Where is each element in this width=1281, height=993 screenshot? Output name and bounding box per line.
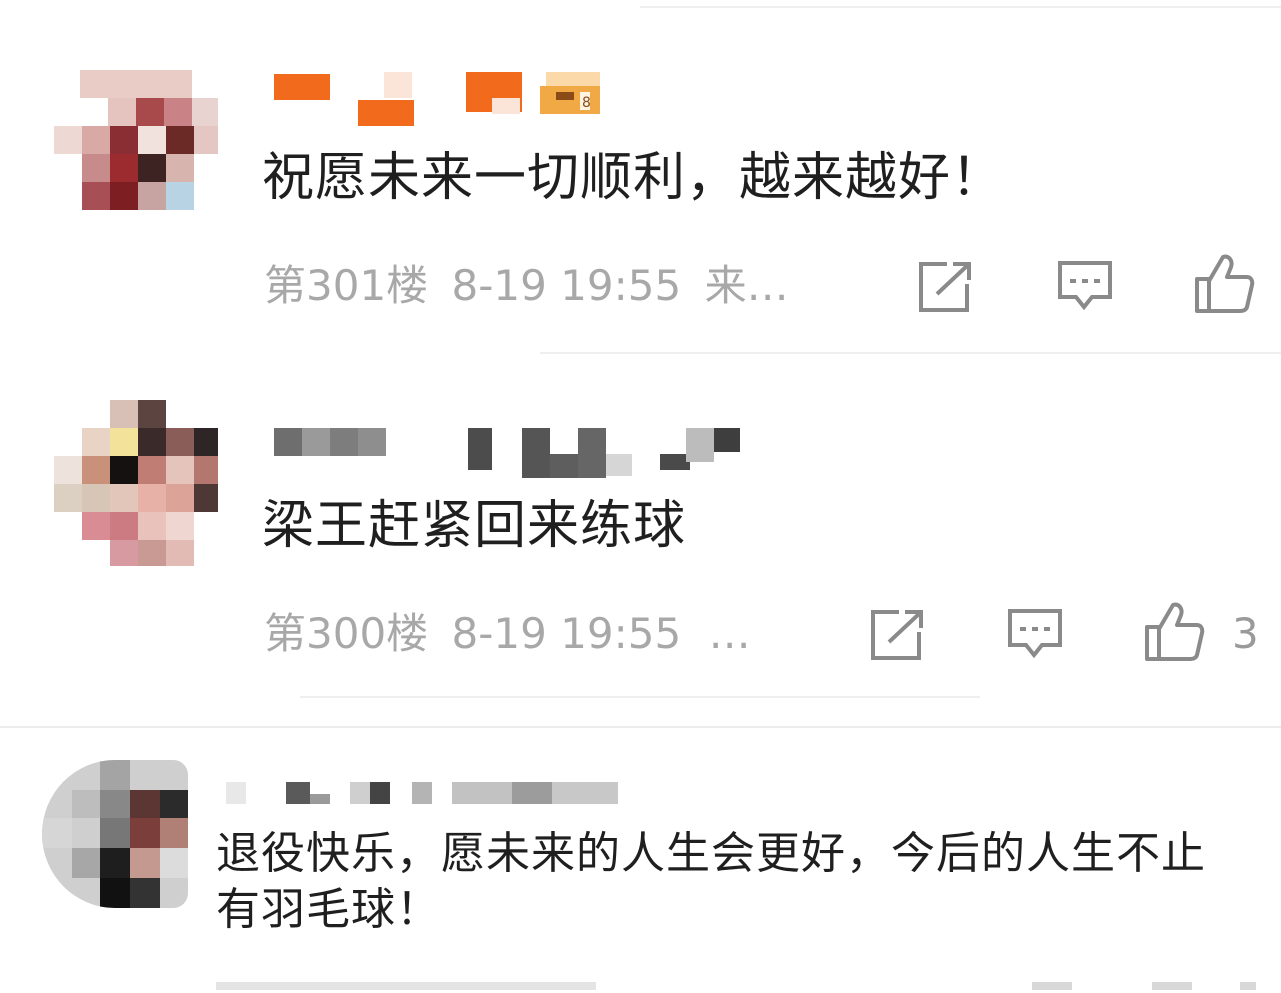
avatar[interactable] [42,760,188,908]
comment-bubble-icon [1058,261,1112,311]
floor-number: 第300楼 [264,609,429,658]
user-badge-icon: 8 [536,72,604,114]
thumbs-up-icon [1195,254,1255,313]
comment-item: 退役快乐，愿未来的人生会更好，今后的人生不止 有羽毛球！ [0,730,1281,993]
row-divider [300,696,980,698]
comment-bubble-icon [1008,609,1062,659]
like-button[interactable] [1192,250,1258,316]
comment-text: 梁王赶紧回来练球 [262,496,687,556]
comment-text: 祝愿未来一切顺利，越来越好！ [262,148,1005,208]
comment-meta: 第300楼 8-19 19:55 … [264,606,751,662]
comment-meta-cutoff [216,982,1256,993]
comment-item: 梁王赶紧回来练球 第300楼 8-19 19:55 … 3 [0,356,1281,726]
source-label: … [708,609,751,658]
comment-meta: 第301楼 8-19 19:55 来… [264,258,789,314]
share-button[interactable] [866,606,928,664]
avatar[interactable] [54,70,218,210]
share-button[interactable] [914,258,976,316]
avatar[interactable] [54,400,218,566]
username[interactable] [226,778,622,808]
like-count: 3 [1232,609,1259,658]
source-label: 来… [704,261,789,310]
comment-item: 8 祝愿未来一切顺利，越来越好！ 第301楼 8-19 19:55 来… [0,0,1281,350]
timestamp: 8-19 19:55 [451,609,682,658]
comment-text-line: 有羽毛球！ [216,884,441,935]
section-divider [0,726,1281,728]
thumbs-up-icon [1145,602,1205,661]
like-button[interactable] [1142,598,1208,664]
share-arrow-icon [871,610,923,660]
timestamp: 8-19 19:55 [451,261,682,310]
reply-button[interactable] [1054,258,1116,316]
comment-text: 退役快乐，愿未来的人生会更好，今后的人生不止 有羽毛球！ [216,826,1206,938]
svg-text:8: 8 [582,95,591,111]
reply-button[interactable] [1004,606,1066,664]
username[interactable] [274,426,744,478]
comment-text-line: 退役快乐，愿未来的人生会更好，今后的人生不止 [216,828,1206,879]
floor-number: 第301楼 [264,261,429,310]
share-arrow-icon [919,262,971,312]
row-divider [540,352,1281,354]
